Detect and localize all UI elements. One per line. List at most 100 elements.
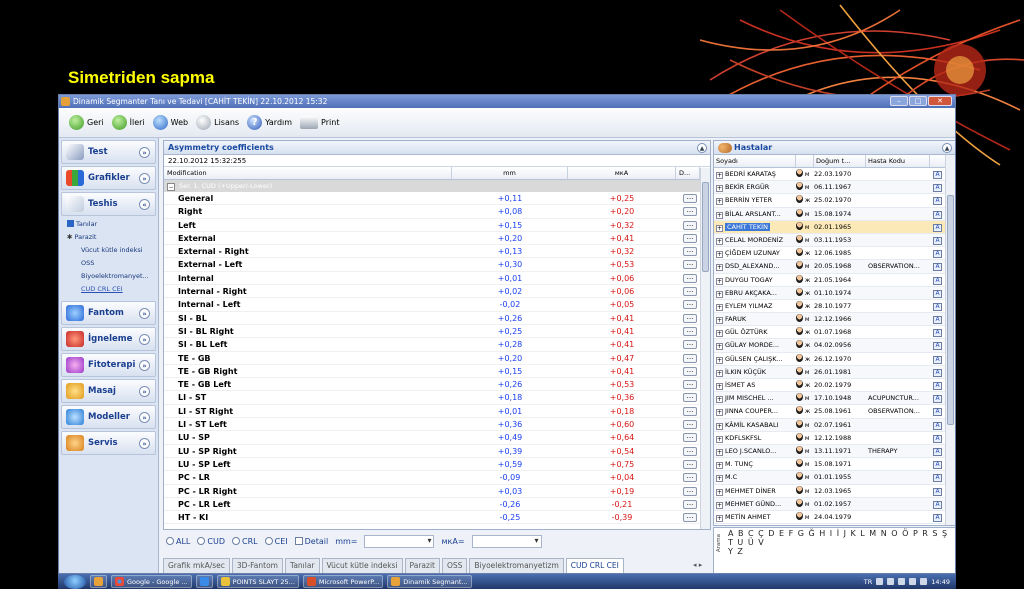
radio-cei[interactable]: CEI — [264, 536, 288, 546]
expand-icon[interactable]: + — [716, 330, 723, 338]
patient-row[interactable]: + EBRU AKÇAKA... ж 01.10.1974 A — [714, 286, 955, 300]
sidebar-item-igneleme[interactable]: İgneleme» — [61, 327, 156, 351]
patient-info-icon[interactable]: A — [933, 263, 942, 272]
table-row[interactable]: LI - ST +0,18 +0,36... — [164, 391, 710, 405]
patient-info-icon[interactable]: A — [933, 474, 942, 483]
tab-3[interactable]: Vücut kütle indeksi — [321, 558, 403, 573]
table-row[interactable]: Left +0,15 +0,32... — [164, 219, 710, 232]
col-mm[interactable]: mm — [452, 167, 568, 179]
submenu-item-cud-crl-cei[interactable]: CUD CRL CEI — [67, 283, 158, 296]
col-surname[interactable]: Soyadı — [714, 155, 796, 167]
sidebar-item-servis[interactable]: Servis» — [61, 431, 156, 455]
web-button[interactable]: Web — [151, 115, 190, 130]
expand-icon[interactable]: + — [716, 369, 723, 377]
start-button[interactable] — [64, 574, 86, 589]
expand-icon[interactable]: + — [716, 409, 723, 417]
patient-row[interactable]: + M.C м 01.01.1955 A — [714, 471, 955, 485]
row-detail-button[interactable]: ... — [683, 380, 697, 390]
language-indicator[interactable]: TR — [864, 578, 873, 586]
row-detail-button[interactable]: ... — [683, 420, 697, 430]
chevron-down-icon[interactable]: » — [139, 438, 150, 449]
patient-info-icon[interactable]: A — [933, 421, 942, 430]
chevron-down-icon[interactable]: » — [139, 386, 150, 397]
patient-info-icon[interactable]: A — [933, 342, 942, 351]
table-row[interactable]: External +0,20 +0,41... — [164, 232, 710, 246]
maximize-button[interactable]: □ — [909, 96, 927, 106]
patient-info-icon[interactable]: A — [933, 316, 942, 325]
table-row[interactable]: LI - ST Left +0,36 +0,60... — [164, 418, 710, 432]
row-detail-button[interactable]: ... — [683, 194, 697, 203]
expand-icon[interactable]: + — [716, 488, 723, 496]
expand-icon[interactable]: + — [716, 514, 723, 522]
row-detail-button[interactable]: ... — [683, 446, 697, 456]
patient-info-icon[interactable]: A — [933, 500, 942, 509]
chevron-down-icon[interactable]: » — [139, 412, 150, 423]
taskbar-app-powerpoint[interactable]: Microsoft PowerP... — [302, 575, 384, 588]
sidebar-item-masaj[interactable]: Masaj» — [61, 379, 156, 403]
patient-info-icon[interactable]: A — [933, 289, 942, 298]
expand-icon[interactable]: + — [716, 290, 723, 298]
row-detail-button[interactable]: ... — [683, 273, 697, 283]
sidebar-item-modeller[interactable]: Modeller» — [61, 405, 156, 429]
patient-row[interactable]: + GÜLSEN ÇALIŞK... ж 26.12.1970 A — [714, 353, 955, 366]
expand-icon[interactable]: + — [716, 422, 723, 430]
expand-icon[interactable]: + — [716, 251, 723, 259]
group-row[interactable]: − Ser. 1. CUD (+Upper/-Lower) — [164, 180, 710, 192]
col-extra[interactable] — [930, 155, 946, 167]
patient-row[interactable]: + CAHİT TEKİN м 02.01.1965 A — [714, 220, 955, 234]
patient-info-icon[interactable]: A — [933, 329, 942, 338]
expand-icon[interactable]: + — [716, 264, 723, 272]
patient-info-icon[interactable]: A — [933, 513, 942, 522]
expand-icon[interactable]: + — [716, 435, 723, 443]
patient-row[interactable]: + LEO J.SCANLO... м 13.11.1971 THERAPY A — [714, 444, 955, 459]
tab-7[interactable]: CUD CRL CEI — [565, 558, 624, 573]
patient-row[interactable]: + METİN AHMET м 24.04.1979 A — [714, 511, 955, 525]
patient-row[interactable]: + İSMET AS ж 20.02.1979 A — [714, 379, 955, 393]
expand-icon[interactable]: + — [716, 462, 723, 470]
table-row[interactable]: SI - BL +0,26 +0,41... — [164, 312, 710, 325]
submenu-item-parazit[interactable]: Parazit — [67, 231, 158, 244]
row-detail-button[interactable]: ... — [683, 486, 697, 496]
row-detail-button[interactable]: ... — [683, 499, 697, 509]
expand-icon[interactable]: + — [716, 277, 723, 285]
forward-button[interactable]: İleri — [110, 115, 147, 130]
expand-icon[interactable]: + — [716, 448, 723, 456]
patient-row[interactable]: + BEDRİ KARATAŞ м 22.03.1970 A — [714, 168, 955, 182]
patient-row[interactable]: + BERRİN YETER ж 25.02.1970 A — [714, 194, 955, 208]
table-row[interactable]: General +0,11 +0,25... — [164, 192, 710, 206]
patient-info-icon[interactable]: A — [933, 171, 942, 179]
tab-4[interactable]: Parazit — [404, 558, 440, 573]
chevron-down-icon[interactable]: » — [139, 308, 150, 319]
row-detail-button[interactable]: ... — [683, 300, 697, 310]
collapse-group-icon[interactable]: − — [167, 183, 175, 191]
scroll-thumb[interactable] — [702, 182, 709, 272]
patient-row[interactable]: + DSD_ALEXAND... м 20.05.1968 OBSERVATION..… — [714, 260, 955, 274]
patient-info-icon[interactable]: A — [933, 236, 942, 245]
table-row[interactable]: Right +0,08 +0,20... — [164, 205, 710, 219]
col-code[interactable]: Hasta Kodu — [866, 155, 930, 167]
radio-crl[interactable]: CRL — [232, 536, 258, 546]
row-detail-button[interactable]: ... — [683, 326, 697, 336]
vertical-scrollbar[interactable] — [700, 168, 710, 529]
back-button[interactable]: Geri — [67, 115, 106, 130]
table-row[interactable]: External - Left +0,30 +0,53... — [164, 258, 710, 272]
patient-info-icon[interactable]: A — [933, 447, 942, 456]
patient-info-icon[interactable]: A — [933, 487, 942, 496]
patients-scrollbar[interactable] — [945, 155, 955, 525]
patient-info-icon[interactable]: A — [933, 210, 942, 219]
patient-info-icon[interactable]: A — [933, 368, 942, 377]
expand-icon[interactable]: + — [716, 211, 723, 219]
expand-icon[interactable]: + — [716, 343, 723, 351]
sidebar-item-teshis[interactable]: Teshis « — [61, 192, 156, 216]
submenu-item-tanilar[interactable]: Tanılar — [67, 218, 158, 231]
row-detail-button[interactable]: ... — [683, 459, 697, 469]
minimize-button[interactable]: – — [890, 96, 908, 106]
col-d[interactable]: D... — [676, 167, 700, 179]
patient-info-icon[interactable]: A — [933, 434, 942, 443]
row-detail-button[interactable]: ... — [683, 260, 697, 270]
row-detail-button[interactable]: ... — [683, 287, 697, 297]
table-row[interactable]: LU - SP Right +0,39 +0,54... — [164, 445, 710, 458]
tray-icon[interactable] — [876, 578, 884, 585]
chevron-down-icon[interactable]: » — [139, 360, 150, 371]
mka-dropdown[interactable] — [471, 534, 542, 548]
